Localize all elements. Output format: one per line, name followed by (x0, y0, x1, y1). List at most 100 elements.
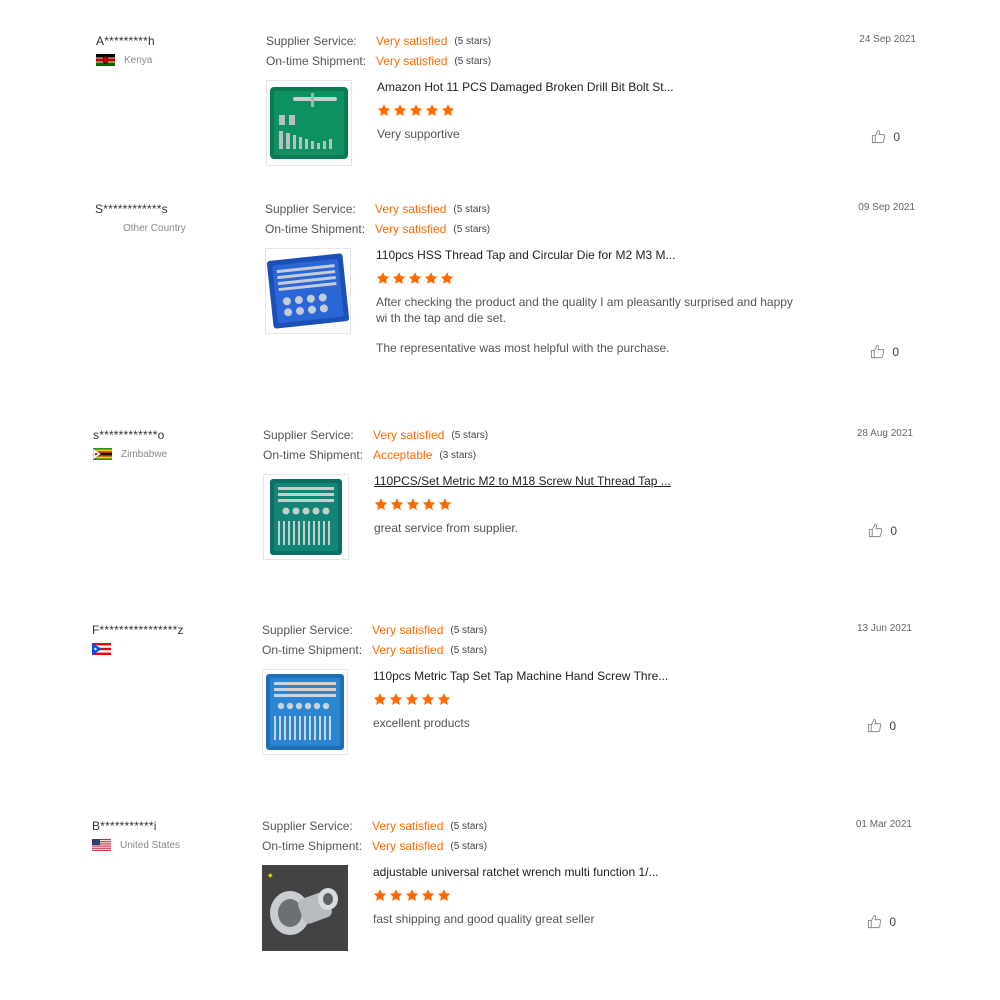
feedback-paragraph: excellent products (373, 716, 470, 730)
feedback-paragraph: Very supportive (377, 127, 460, 141)
buyer-country: United States (92, 839, 180, 851)
review-item: F****************z Supplier Service: Ver… (92, 623, 912, 763)
thumbs-up-icon (869, 523, 883, 538)
supplier-service-value: Very satisfied (372, 819, 444, 833)
ontime-shipment-stars: (5 stars) (453, 223, 491, 235)
helpful-count: 0 (889, 718, 896, 733)
star-rating (376, 271, 454, 285)
star-icon (373, 889, 387, 901)
supplier-service-rating: Supplier Service: Very satisfied (5 star… (265, 202, 490, 216)
supplier-service-stars: (5 stars) (453, 203, 491, 215)
product-image[interactable] (266, 80, 352, 166)
supplier-service-stars: (5 stars) (450, 624, 488, 636)
feedback-text: After checking the product and the quali… (376, 294, 801, 370)
helpful-button[interactable]: 0 (870, 344, 899, 359)
helpful-button[interactable]: 0 (867, 914, 896, 929)
svg-text:◆: ◆ (268, 873, 273, 879)
star-icon (392, 272, 406, 284)
feedback-text: fast shipping and good quality great sel… (373, 911, 798, 941)
star-rating (377, 103, 455, 117)
country-name: Other Country (123, 222, 186, 234)
ontime-shipment-rating: On-time Shipment: Very satisfied (5 star… (262, 643, 487, 657)
product-image[interactable] (263, 474, 349, 560)
supplier-service-label: Supplier Service: (262, 819, 353, 833)
supplier-service-stars: (5 stars) (454, 35, 492, 47)
star-icon (424, 272, 438, 284)
star-rating (373, 692, 451, 706)
ontime-shipment-stars: (3 stars) (439, 449, 477, 461)
product-image[interactable]: ◆ (262, 865, 348, 951)
product-image[interactable] (265, 248, 351, 334)
supplier-service-rating: Supplier Service: Very satisfied (5 star… (262, 623, 487, 637)
buyer-name: F****************z (92, 623, 184, 637)
star-icon (389, 693, 403, 705)
review-date: 28 Aug 2021 (856, 428, 913, 439)
buyer-country: Other Country (95, 222, 186, 234)
product-title-link[interactable]: adjustable universal ratchet wrench mult… (373, 865, 658, 879)
helpful-count: 0 (892, 344, 899, 359)
supplier-service-label: Supplier Service: (266, 34, 357, 48)
product-title-link[interactable]: 110PCS/Set Metric M2 to M18 Screw Nut Th… (374, 474, 671, 488)
ontime-shipment-label: On-time Shipment: (262, 643, 363, 657)
review-item: B***********i United States Supplier Ser… (92, 819, 912, 959)
star-icon (437, 693, 451, 705)
star-icon (425, 104, 439, 116)
thumbs-up-icon (868, 718, 882, 733)
supplier-service-value: Very satisfied (376, 34, 448, 48)
star-rating (374, 497, 452, 511)
helpful-button[interactable]: 0 (867, 718, 896, 733)
country-name: Kenya (124, 54, 153, 66)
supplier-service-stars: (5 stars) (451, 429, 489, 441)
helpful-count: 0 (889, 914, 896, 929)
product-title-link[interactable]: Amazon Hot 11 PCS Damaged Broken Drill B… (377, 80, 674, 94)
buyer-name: A*********h (96, 34, 155, 48)
review-item: S************s Other Country Supplier Se… (95, 202, 915, 402)
feedback-paragraph: The representative was most helpful with… (376, 341, 670, 355)
ontime-shipment-stars: (5 stars) (450, 840, 488, 852)
ontime-shipment-rating: On-time Shipment: Very satisfied (5 star… (262, 839, 487, 853)
supplier-service-label: Supplier Service: (263, 428, 354, 442)
feedback-paragraph: fast shipping and good quality great sel… (373, 912, 595, 926)
star-icon (393, 104, 407, 116)
helpful-button[interactable]: 0 (868, 523, 897, 538)
ontime-shipment-value: Acceptable (373, 448, 433, 462)
helpful-count: 0 (893, 129, 900, 144)
star-rating (373, 888, 451, 902)
star-icon (377, 104, 391, 116)
ontime-shipment-value: Very satisfied (372, 839, 444, 853)
star-icon (373, 693, 387, 705)
buyer-country: Kenya (96, 54, 152, 66)
review-date: 09 Sep 2021 (858, 202, 915, 213)
star-icon (408, 272, 422, 284)
supplier-service-label: Supplier Service: (265, 202, 356, 216)
product-title-link[interactable]: 110pcs Metric Tap Set Tap Machine Hand S… (373, 669, 668, 683)
feedback-paragraph: After checking the product and the quali… (376, 295, 793, 325)
buyer-name: S************s (95, 202, 168, 216)
star-icon (406, 498, 420, 510)
star-icon (405, 693, 419, 705)
us-flag-icon (92, 839, 111, 851)
ontime-shipment-value: Very satisfied (372, 643, 444, 657)
supplier-service-label: Supplier Service: (262, 623, 353, 637)
product-image[interactable] (262, 669, 348, 755)
review-item: s************o Zimbabwe Supplier Service… (93, 428, 913, 568)
supplier-service-rating: Supplier Service: Very satisfied (5 star… (266, 34, 491, 48)
supplier-service-rating: Supplier Service: Very satisfied (5 star… (262, 819, 487, 833)
helpful-button[interactable]: 0 (871, 129, 900, 144)
ontime-shipment-label: On-time Shipment: (265, 222, 366, 236)
star-icon (374, 498, 388, 510)
product-title-link[interactable]: 110pcs HSS Thread Tap and Circular Die f… (376, 248, 675, 262)
ontime-shipment-label: On-time Shipment: (266, 54, 367, 68)
star-icon (437, 889, 451, 901)
ontime-shipment-label: On-time Shipment: (262, 839, 363, 853)
buyer-country (92, 643, 120, 655)
review-date: 01 Mar 2021 (855, 819, 912, 830)
ontime-shipment-value: Very satisfied (375, 222, 447, 236)
star-icon (390, 498, 404, 510)
ontime-shipment-stars: (5 stars) (454, 55, 492, 67)
supplier-service-rating: Supplier Service: Very satisfied (5 star… (263, 428, 488, 442)
star-icon (441, 104, 455, 116)
ontime-shipment-stars: (5 stars) (450, 644, 488, 656)
feedback-paragraph: great service from supplier. (374, 521, 519, 535)
ontime-shipment-rating: On-time Shipment: Very satisfied (5 star… (266, 54, 491, 68)
